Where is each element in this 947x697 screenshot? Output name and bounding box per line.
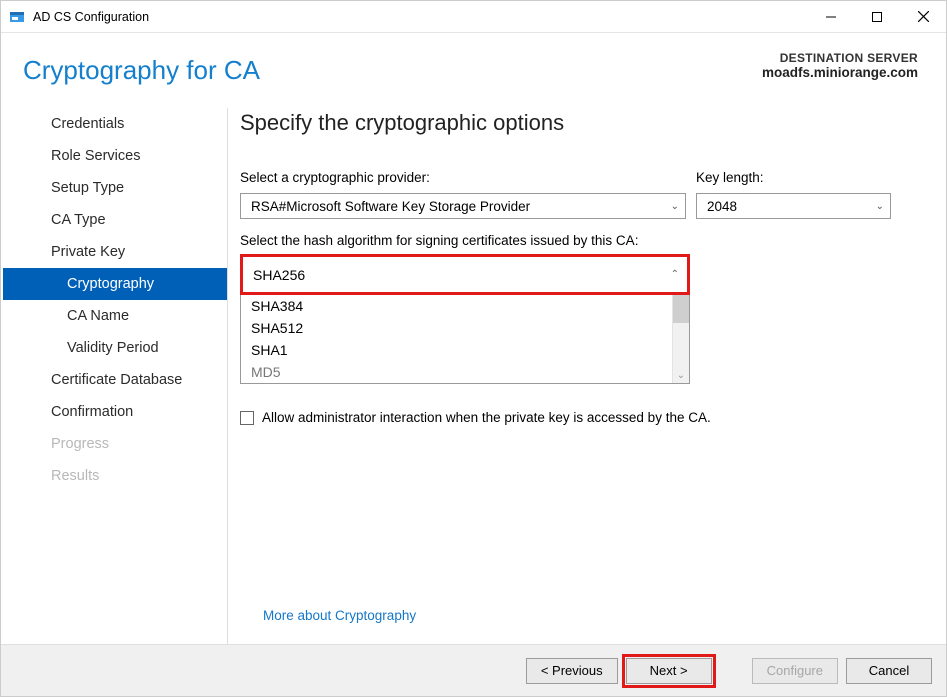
sidebar-item-setup-type[interactable]: Setup Type — [3, 172, 227, 204]
hash-selected-value: SHA256 — [253, 267, 305, 283]
destination-box: DESTINATION SERVER moadfs.miniorange.com — [762, 51, 918, 80]
sidebar-item-role-services[interactable]: Role Services — [3, 140, 227, 172]
window: AD CS Configuration Cryptography for CA … — [0, 0, 947, 697]
maximize-button[interactable] — [854, 1, 900, 32]
chevron-down-icon: ⌄ — [671, 201, 679, 212]
provider-label: Select a cryptographic provider: — [240, 170, 686, 185]
window-buttons — [808, 1, 946, 32]
hash-selected-row[interactable]: SHA256 ⌃ — [240, 254, 690, 295]
sidebar-item-confirmation[interactable]: Confirmation — [3, 396, 227, 428]
minimize-button[interactable] — [808, 1, 854, 32]
scrollbar-thumb[interactable] — [673, 295, 689, 323]
destination-server: moadfs.miniorange.com — [762, 65, 918, 80]
scrollbar[interactable]: ⌄ — [672, 295, 689, 383]
main-panel: Specify the cryptographic options Select… — [240, 108, 936, 644]
app-icon — [9, 9, 25, 25]
hash-label: Select the hash algorithm for signing ce… — [240, 233, 928, 248]
cancel-button[interactable]: Cancel — [846, 658, 932, 684]
sidebar-item-validity-period[interactable]: Validity Period — [3, 332, 227, 364]
sidebar-item-credentials[interactable]: Credentials — [3, 108, 227, 140]
keylength-label: Key length: — [696, 170, 891, 185]
provider-row: Select a cryptographic provider: RSA#Mic… — [240, 170, 928, 219]
chevron-down-icon: ⌄ — [677, 370, 685, 383]
admin-interaction-row: Allow administrator interaction when the… — [240, 410, 928, 425]
admin-interaction-label: Allow administrator interaction when the… — [262, 410, 711, 425]
body: CredentialsRole ServicesSetup TypeCA Typ… — [1, 96, 946, 644]
keylength-select[interactable]: 2048 ⌄ — [696, 193, 891, 219]
sidebar-item-ca-type[interactable]: CA Type — [3, 204, 227, 236]
chevron-down-icon: ⌄ — [876, 201, 884, 212]
destination-label: DESTINATION SERVER — [762, 51, 918, 65]
hash-option[interactable]: MD5 — [241, 361, 689, 383]
footer: < Previous Next > Configure Cancel — [1, 644, 946, 696]
sidebar-item-cryptography[interactable]: Cryptography — [3, 268, 227, 300]
next-button[interactable]: Next > — [626, 658, 712, 684]
admin-interaction-checkbox[interactable] — [240, 411, 254, 425]
header: Cryptography for CA DESTINATION SERVER m… — [1, 33, 946, 96]
page-title: Cryptography for CA — [23, 55, 762, 86]
sidebar-item-private-key[interactable]: Private Key — [3, 236, 227, 268]
more-link[interactable]: More about Cryptography — [263, 608, 416, 623]
hash-options-list: SHA384SHA512SHA1MD5 ⌄ — [241, 295, 689, 383]
configure-button: Configure — [752, 658, 838, 684]
sidebar: CredentialsRole ServicesSetup TypeCA Typ… — [3, 108, 228, 644]
main-heading: Specify the cryptographic options — [240, 108, 928, 136]
hash-option[interactable]: SHA1 — [241, 339, 689, 361]
hash-option[interactable]: SHA384 — [241, 295, 689, 317]
chevron-up-icon: ⌃ — [671, 269, 681, 280]
sidebar-item-certificate-database[interactable]: Certificate Database — [3, 364, 227, 396]
keylength-value: 2048 — [707, 199, 737, 214]
sidebar-item-results: Results — [3, 460, 227, 492]
previous-button[interactable]: < Previous — [526, 658, 618, 684]
window-title: AD CS Configuration — [33, 10, 808, 24]
provider-select[interactable]: RSA#Microsoft Software Key Storage Provi… — [240, 193, 686, 219]
keylength-field: Key length: 2048 ⌄ — [696, 170, 891, 219]
close-button[interactable] — [900, 1, 946, 32]
sidebar-item-ca-name[interactable]: CA Name — [3, 300, 227, 332]
provider-value: RSA#Microsoft Software Key Storage Provi… — [251, 199, 530, 214]
sidebar-item-progress: Progress — [3, 428, 227, 460]
titlebar: AD CS Configuration — [1, 1, 946, 33]
provider-field: Select a cryptographic provider: RSA#Mic… — [240, 170, 686, 219]
hash-option[interactable]: SHA512 — [241, 317, 689, 339]
hash-listbox[interactable]: SHA256 ⌃ SHA384SHA512SHA1MD5 ⌄ — [240, 254, 690, 384]
